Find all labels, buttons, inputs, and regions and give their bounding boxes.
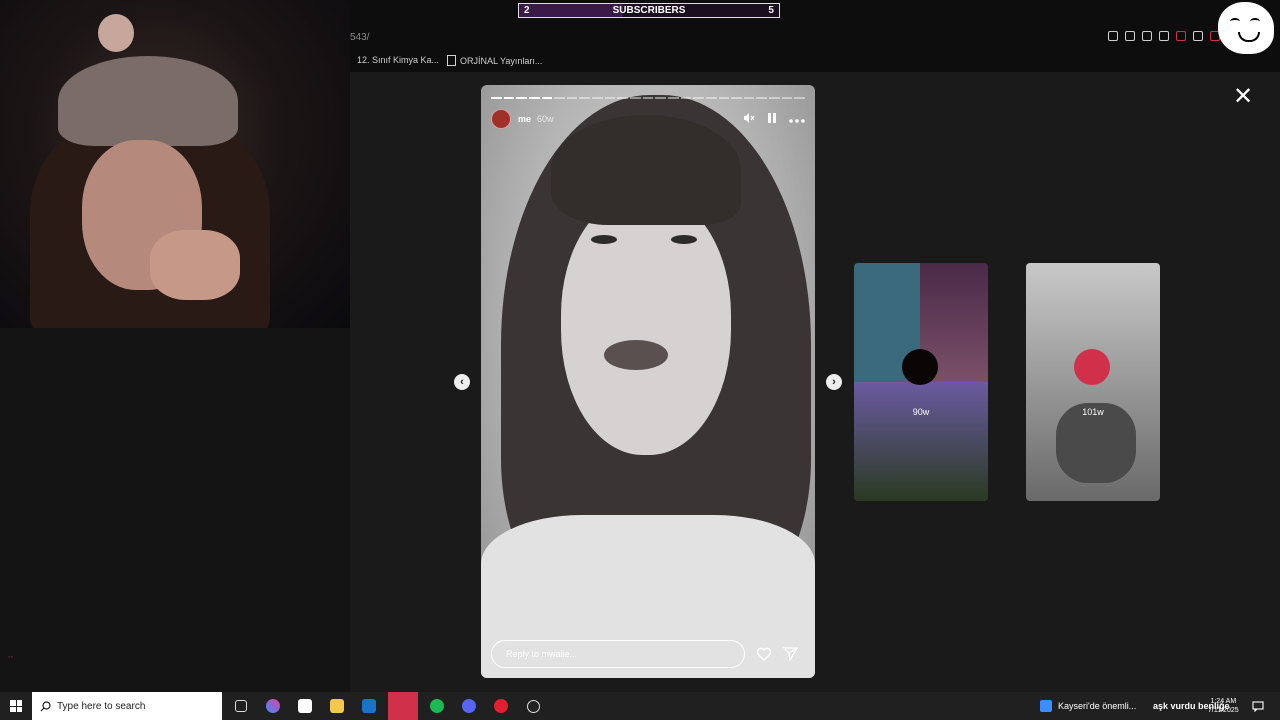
pin-icon[interactable] [1108,31,1118,41]
avatar [1074,349,1110,385]
mascot-eye [1230,18,1240,25]
story-timestamp: 60w [537,114,554,124]
thumbnail-photo-flowers [854,382,988,501]
puzzle-icon[interactable] [1193,31,1203,41]
news-icon [1040,700,1052,712]
subscriber-goal: 5 [768,5,774,16]
story-progress-segment [642,97,654,99]
bookmark-item[interactable]: 12. Sınıf Kimya Ka... [357,55,439,65]
heart-icon[interactable] [1159,31,1169,41]
search-icon [40,700,51,711]
story-progress-segment [667,97,679,99]
obs-icon[interactable] [520,695,546,717]
story-progress-segment [579,97,591,99]
story-progress [491,97,806,99]
story-thumbnail[interactable]: 90w [854,263,988,501]
streaming-app-icon[interactable] [488,695,514,717]
plush-toy [98,14,134,52]
extension-icon[interactable] [1176,31,1186,41]
story-progress-segment [617,97,629,99]
more-options-icon[interactable] [789,112,805,126]
discord-icon[interactable] [456,695,482,717]
story-progress-segment [491,97,502,99]
clock-time: 1:24 AM [1210,698,1237,705]
story-image-eye [591,235,617,244]
bookmark-label: 12. Sınıf Kimya Ka... [357,55,440,65]
story-progress-segment [705,97,717,99]
mute-icon[interactable] [743,112,755,127]
story-progress-segment [541,97,553,99]
taskbar-search[interactable]: Type here to search [32,692,222,720]
streamer-hand [150,230,240,300]
story-progress-segment [731,97,742,99]
mascot-mouth [1238,32,1260,42]
bookmark-label: ORJİNAL Yayınları... [460,55,543,66]
next-story-chevron-icon[interactable]: › [826,374,842,390]
story-progress-segment [794,97,806,99]
thumbnail-age: 101w [1082,407,1104,417]
extension-bar [1108,31,1220,41]
avatar[interactable] [491,109,511,129]
windows-start-icon[interactable] [0,692,32,720]
active-app-icon[interactable] [388,692,418,720]
story-header: me 60w [491,109,805,129]
search-placeholder: Type here to search [57,700,146,712]
story-progress-segment [655,97,666,99]
like-heart-icon[interactable] [752,642,776,666]
story-progress-segment [781,97,793,99]
story-progress-segment [604,97,616,99]
story-progress-segment [756,97,768,99]
clock-date: 7/11/2025 [1208,707,1239,714]
bookmark-item[interactable]: ORJİNAL Yayınları... [447,55,542,66]
subscriber-goal-bar: 2 SUBSCRIBERS 5 [518,3,780,18]
subscriber-current: 2 [524,5,530,16]
story-progress-segment [554,97,565,99]
pause-icon[interactable] [767,112,777,127]
file-icon [447,55,456,66]
story-progress-segment [693,97,704,99]
story-progress-segment [592,97,603,99]
story-image-eye [671,235,697,244]
shield-icon[interactable] [1142,31,1152,41]
outlook-icon[interactable] [356,695,382,717]
story-image-face [561,195,731,455]
reply-input[interactable] [491,640,745,668]
story-progress-segment [743,97,755,99]
store-icon[interactable] [292,695,318,717]
story-progress-segment [680,97,692,99]
story-progress-segment [630,97,641,99]
close-icon[interactable]: ✕ [1232,85,1254,109]
notification-icon[interactable] [1252,692,1264,720]
screenshot-icon[interactable] [1125,31,1135,41]
copilot-icon[interactable] [260,695,286,717]
story-username[interactable]: me [518,114,531,124]
news-widget[interactable]: Kayseri'de önemli... [1040,692,1136,720]
story-image-bangs [551,115,741,225]
story-progress-segment [718,97,730,99]
file-explorer-icon[interactable] [324,695,350,717]
side-overlay-mark: ◦◦ [8,654,13,661]
headset [58,56,238,146]
url-bar[interactable]: 543/ [350,32,369,43]
task-view-icon[interactable] [228,695,254,717]
previous-story-chevron-icon[interactable]: ‹ [454,374,470,390]
subscriber-label: SUBSCRIBERS [612,5,686,16]
story-progress-segment [528,97,540,99]
story-progress-segment [769,97,780,99]
system-clock[interactable]: 1:24 AM 7/11/2025 [1208,692,1239,720]
story-progress-segment [516,97,527,99]
story-thumbnail[interactable]: 101w [1026,263,1160,501]
story-image-lips [604,340,668,370]
thumbnail-age: 90w [912,407,930,417]
spotify-icon[interactable] [424,695,450,717]
mascot-sticker [1218,2,1274,54]
story-card[interactable]: me 60w [481,85,815,678]
mascot-eye [1250,18,1260,25]
webcam-feed [0,0,350,328]
share-send-icon[interactable] [778,642,802,666]
story-progress-segment [566,97,578,99]
avatar [902,349,938,385]
news-headline: Kayseri'de önemli... [1058,701,1137,711]
story-progress-segment [503,97,515,99]
